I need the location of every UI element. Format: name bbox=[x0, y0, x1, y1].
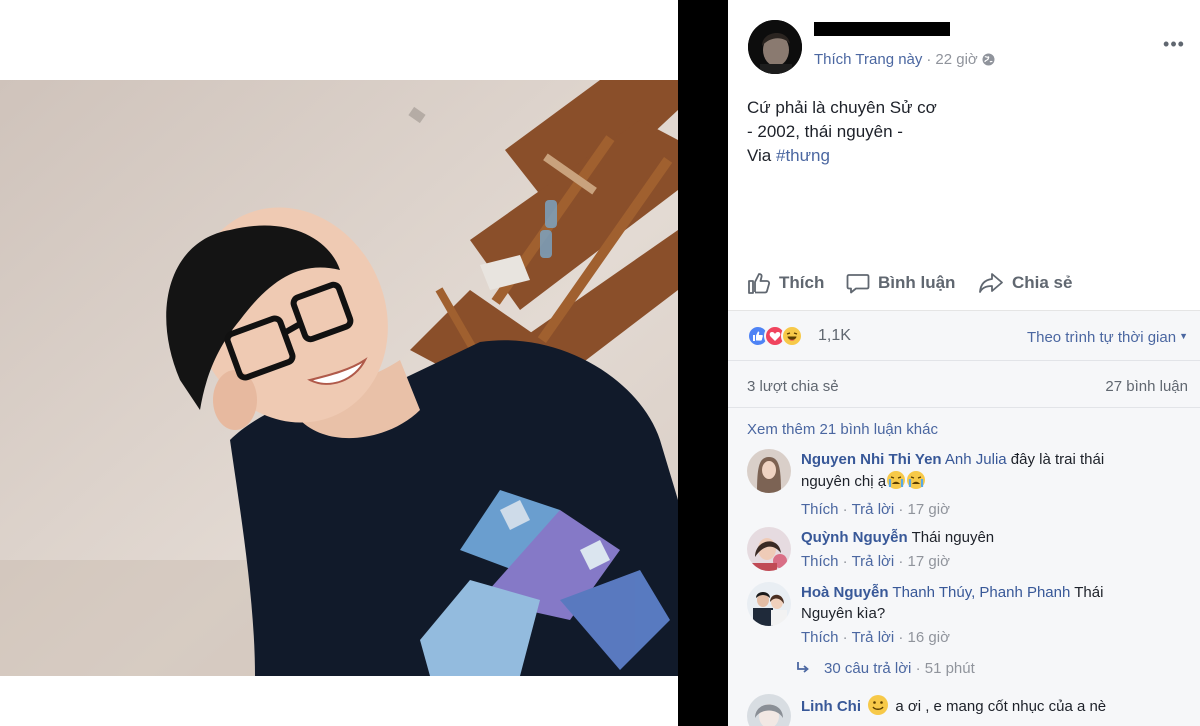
page-avatar[interactable] bbox=[748, 20, 802, 74]
post-meta: Thích Trang này · 22 giờ bbox=[814, 51, 995, 70]
haha-icon bbox=[781, 325, 803, 347]
meta-separator: · bbox=[926, 51, 932, 68]
comment-like-link[interactable]: Thích bbox=[801, 501, 839, 518]
crying-emoji-icon bbox=[886, 470, 906, 496]
comment-actions: Thích · Trả lời · 16 giờ bbox=[801, 629, 950, 646]
reactions-row: 1,1K Theo trình tự thời gian ▼ bbox=[728, 311, 1200, 361]
crying-emoji-icon bbox=[906, 470, 926, 496]
shares-row: 3 lượt chia sẻ 27 bình luận bbox=[728, 362, 1200, 408]
like-button[interactable]: Thích bbox=[747, 269, 824, 297]
comment-reply-link[interactable]: Trả lời bbox=[852, 553, 895, 570]
comment-author[interactable]: Linh Chi bbox=[801, 698, 861, 715]
avatar-image bbox=[748, 20, 802, 74]
comment-actions: Thích · Trả lời · 17 giờ bbox=[801, 501, 950, 518]
photo-panel bbox=[0, 0, 678, 726]
post-text-line-1: Cứ phải là chuyên Sử cơ bbox=[747, 98, 937, 117]
share-arrow-icon bbox=[979, 273, 1003, 293]
comment-tag[interactable]: Anh Julia bbox=[945, 451, 1007, 468]
comment-author[interactable]: Quỳnh Nguyễn bbox=[801, 529, 908, 546]
via-prefix: Via bbox=[747, 146, 776, 165]
comment-body: Nguyen Nhi Thi Yen Anh Julia đây là trai… bbox=[801, 449, 1141, 520]
sort-order-label: Theo trình tự thời gian bbox=[1026, 329, 1177, 346]
comment-actions: Thích · Trả lời · 17 giờ bbox=[801, 553, 950, 570]
hashtag-link[interactable]: #thưng bbox=[776, 146, 830, 165]
post-text: Cứ phải là chuyên Sử cơ - 2002, thái ngu… bbox=[747, 96, 1177, 168]
comments-area: 1,1K Theo trình tự thời gian ▼ 3 lượt chi… bbox=[728, 311, 1200, 726]
replies-time: 51 phút bbox=[924, 660, 975, 677]
comment-author[interactable]: Nguyen Nhi Thi Yen bbox=[801, 451, 942, 468]
post-panel: ​​​​​​​​​​​​​​​​​​​​​​​​​​​​​​​​​​​​​​​​… bbox=[728, 0, 1200, 726]
selfie-illustration bbox=[0, 80, 678, 676]
comment-text-block: Hoà Nguyễn Thanh Thúy, Phanh Phanh Thái … bbox=[801, 582, 1141, 624]
share-button[interactable]: Chia sẻ bbox=[978, 269, 1072, 297]
comment-text-block: Quỳnh Nguyễn Thái nguyên bbox=[801, 527, 1141, 548]
reaction-count[interactable]: 1,1K bbox=[818, 327, 851, 345]
smile-emoji-icon bbox=[867, 694, 889, 722]
photo-bottom-bar bbox=[0, 676, 678, 726]
reply-arrow-icon bbox=[796, 661, 810, 679]
post-photo[interactable] bbox=[0, 80, 678, 676]
view-replies-link[interactable]: 30 câu trả lời · 51 phút bbox=[796, 660, 975, 679]
comment-body: Quỳnh Nguyễn Thái nguyên Thích · Trả lời… bbox=[801, 527, 1141, 572]
comment-text: Thái nguyên bbox=[907, 529, 995, 546]
comment-time[interactable]: 17 giờ bbox=[908, 501, 950, 518]
comment-like-link[interactable]: Thích bbox=[801, 553, 839, 570]
comment-reply-link[interactable]: Trả lời bbox=[852, 501, 895, 518]
comment-body: Hoà Nguyễn Thanh Thúy, Phanh Phanh Thái … bbox=[801, 582, 1141, 648]
reaction-icons[interactable] bbox=[747, 325, 803, 347]
comment-time[interactable]: 17 giờ bbox=[908, 553, 950, 570]
comment-like-link[interactable]: Thích bbox=[801, 629, 839, 646]
comment-button[interactable]: Bình luận bbox=[846, 269, 955, 297]
view-more-comments-link[interactable]: Xem thêm 21 bình luận khác bbox=[747, 421, 938, 438]
post-text-line-2: - 2002, thái nguyên - bbox=[747, 122, 903, 141]
share-label: Chia sẻ bbox=[1012, 273, 1073, 292]
commenter-avatar[interactable] bbox=[747, 582, 791, 626]
commenter-avatar[interactable] bbox=[747, 527, 791, 571]
commenter-avatar[interactable] bbox=[747, 449, 791, 493]
theater-divider bbox=[678, 0, 728, 726]
comment-tag[interactable]: Thanh Thúy, Phanh Phanh bbox=[892, 584, 1070, 601]
comment-label: Bình luận bbox=[878, 273, 956, 292]
more-options-icon[interactable]: ••• bbox=[1162, 35, 1186, 53]
comments-count[interactable]: 27 bình luận bbox=[1105, 378, 1188, 395]
thumbs-up-icon bbox=[748, 273, 771, 294]
shares-count[interactable]: 3 lượt chia sẻ bbox=[747, 378, 839, 395]
author-name-redacted[interactable]: ​​​​​​​​​​​​​​​​​​​​​​​​​​​​​​​​​​​​​​​​… bbox=[814, 22, 950, 36]
replies-separator: · bbox=[915, 660, 921, 677]
comment-body: Linh Chi a ơi , e mang cốt nhục của a nè bbox=[801, 694, 1141, 722]
comment-text: a ơi , e mang cốt nhục của a nè bbox=[895, 698, 1107, 715]
comment-text-block: Linh Chi a ơi , e mang cốt nhục của a nè bbox=[801, 694, 1141, 722]
comment-text-block: Nguyen Nhi Thi Yen Anh Julia đây là trai… bbox=[801, 449, 1141, 496]
post-header: ​​​​​​​​​​​​​​​​​​​​​​​​​​​​​​​​​​​​​​​​… bbox=[728, 0, 1200, 90]
post-action-bar: Thích Bình luận Chia sẻ bbox=[728, 255, 1200, 311]
comment-bubble-icon bbox=[846, 274, 870, 294]
replies-count: 30 câu trả lời bbox=[824, 660, 912, 677]
author-name-wrap[interactable]: ​​​​​​​​​​​​​​​​​​​​​​​​​​​​​​​​​​​​​​​​… bbox=[814, 22, 950, 41]
caret-down-icon: ▼ bbox=[1179, 331, 1188, 341]
globe-icon bbox=[982, 53, 995, 70]
post-time[interactable]: 22 giờ bbox=[935, 51, 977, 68]
comment-time[interactable]: 16 giờ bbox=[908, 629, 950, 646]
commenter-avatar[interactable] bbox=[747, 694, 791, 726]
like-page-link[interactable]: Thích Trang này bbox=[814, 51, 922, 68]
comment-sort-dropdown[interactable]: Theo trình tự thời gian ▼ bbox=[1027, 329, 1188, 346]
post-text-line-3: Via #thưng bbox=[747, 144, 1177, 168]
like-label: Thích bbox=[779, 273, 825, 292]
comment-reply-link[interactable]: Trả lời bbox=[852, 629, 895, 646]
comment-author[interactable]: Hoà Nguyễn bbox=[801, 584, 889, 601]
